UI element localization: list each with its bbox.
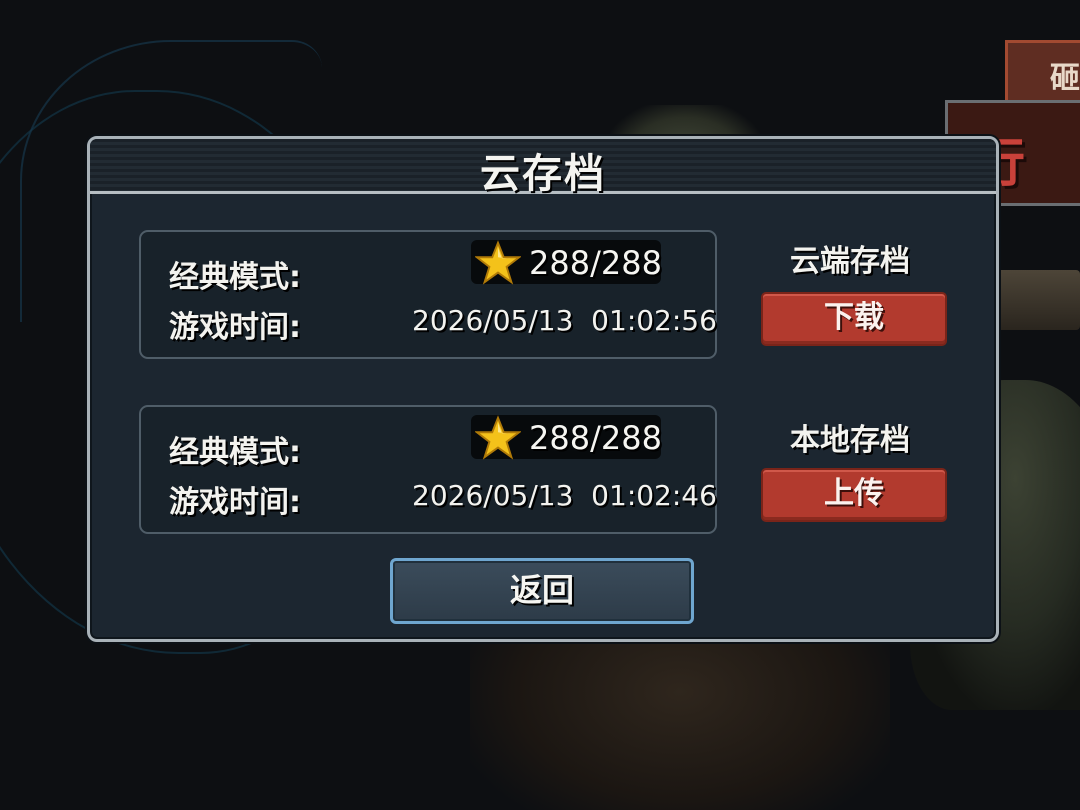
cloud-save-dialog: 云存档 经典模式: 游戏时间: 288/288 2026/05/13 01:02… [87,136,999,642]
cloud-save-label: 云端存档 [790,244,910,279]
back-button[interactable]: 返回 [390,558,694,624]
star-count: 288/288 [529,419,662,457]
local-save-card: 经典模式: 游戏时间: 288/288 2026/05/13 01:02:46 [139,405,717,534]
upload-button[interactable]: 上传 [761,468,947,522]
mode-label: 经典模式: [169,435,301,470]
background-sign: 砸 [1005,40,1080,106]
star-count: 288/288 [529,244,662,282]
star-icon [475,240,521,285]
play-timestamp: 2026/05/13 01:02:56 [412,304,717,337]
download-button[interactable]: 下载 [761,292,947,346]
local-save-label: 本地存档 [790,423,910,458]
play-time-label: 游戏时间: [169,485,301,520]
cloud-save-card: 经典模式: 游戏时间: 288/288 2026/05/13 01:02:56 [139,230,717,359]
background-sign-text: 砸 [1050,61,1080,96]
mode-label: 经典模式: [169,260,301,295]
play-timestamp: 2026/05/13 01:02:46 [412,479,717,512]
star-icon [475,415,521,460]
dialog-title: 云存档 [480,151,606,197]
play-time-label: 游戏时间: [169,310,301,345]
background-gun [990,270,1080,330]
dialog-header: 云存档 [90,139,996,197]
